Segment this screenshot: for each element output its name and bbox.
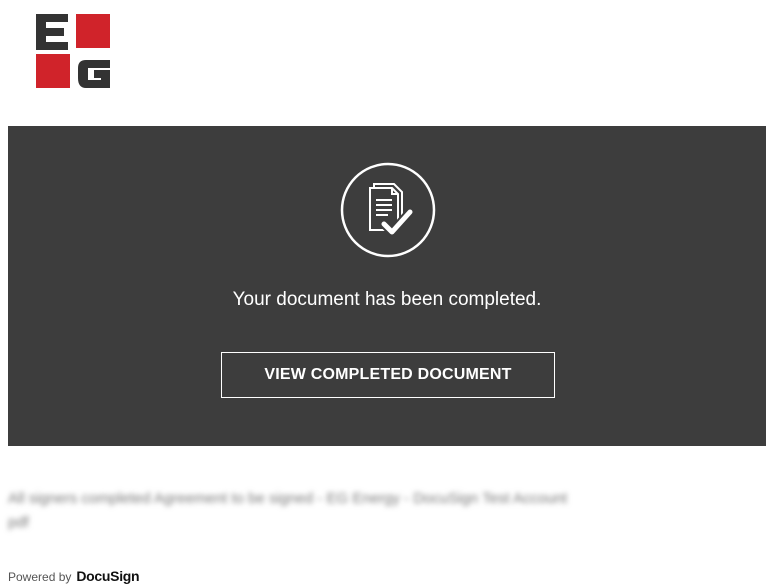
powered-by-label: Powered by <box>8 570 72 584</box>
eg-logo <box>34 12 112 88</box>
powered-by-docusign[interactable]: Powered by DocuSign <box>8 568 140 584</box>
blurred-line-1: All signers completed Agreement to be si… <box>8 490 568 507</box>
completion-message: Your document has been completed. <box>232 289 542 310</box>
completion-banner: Your document has been completed. VIEW C… <box>8 126 766 446</box>
view-completed-document-button[interactable]: VIEW COMPLETED DOCUMENT <box>221 352 555 398</box>
blurred-line-2: pdf <box>8 514 29 531</box>
blurred-notification-text: All signers completed Agreement to be si… <box>8 487 766 535</box>
document-check-icon <box>340 162 436 258</box>
docusign-logo: DocuSign <box>76 568 140 584</box>
